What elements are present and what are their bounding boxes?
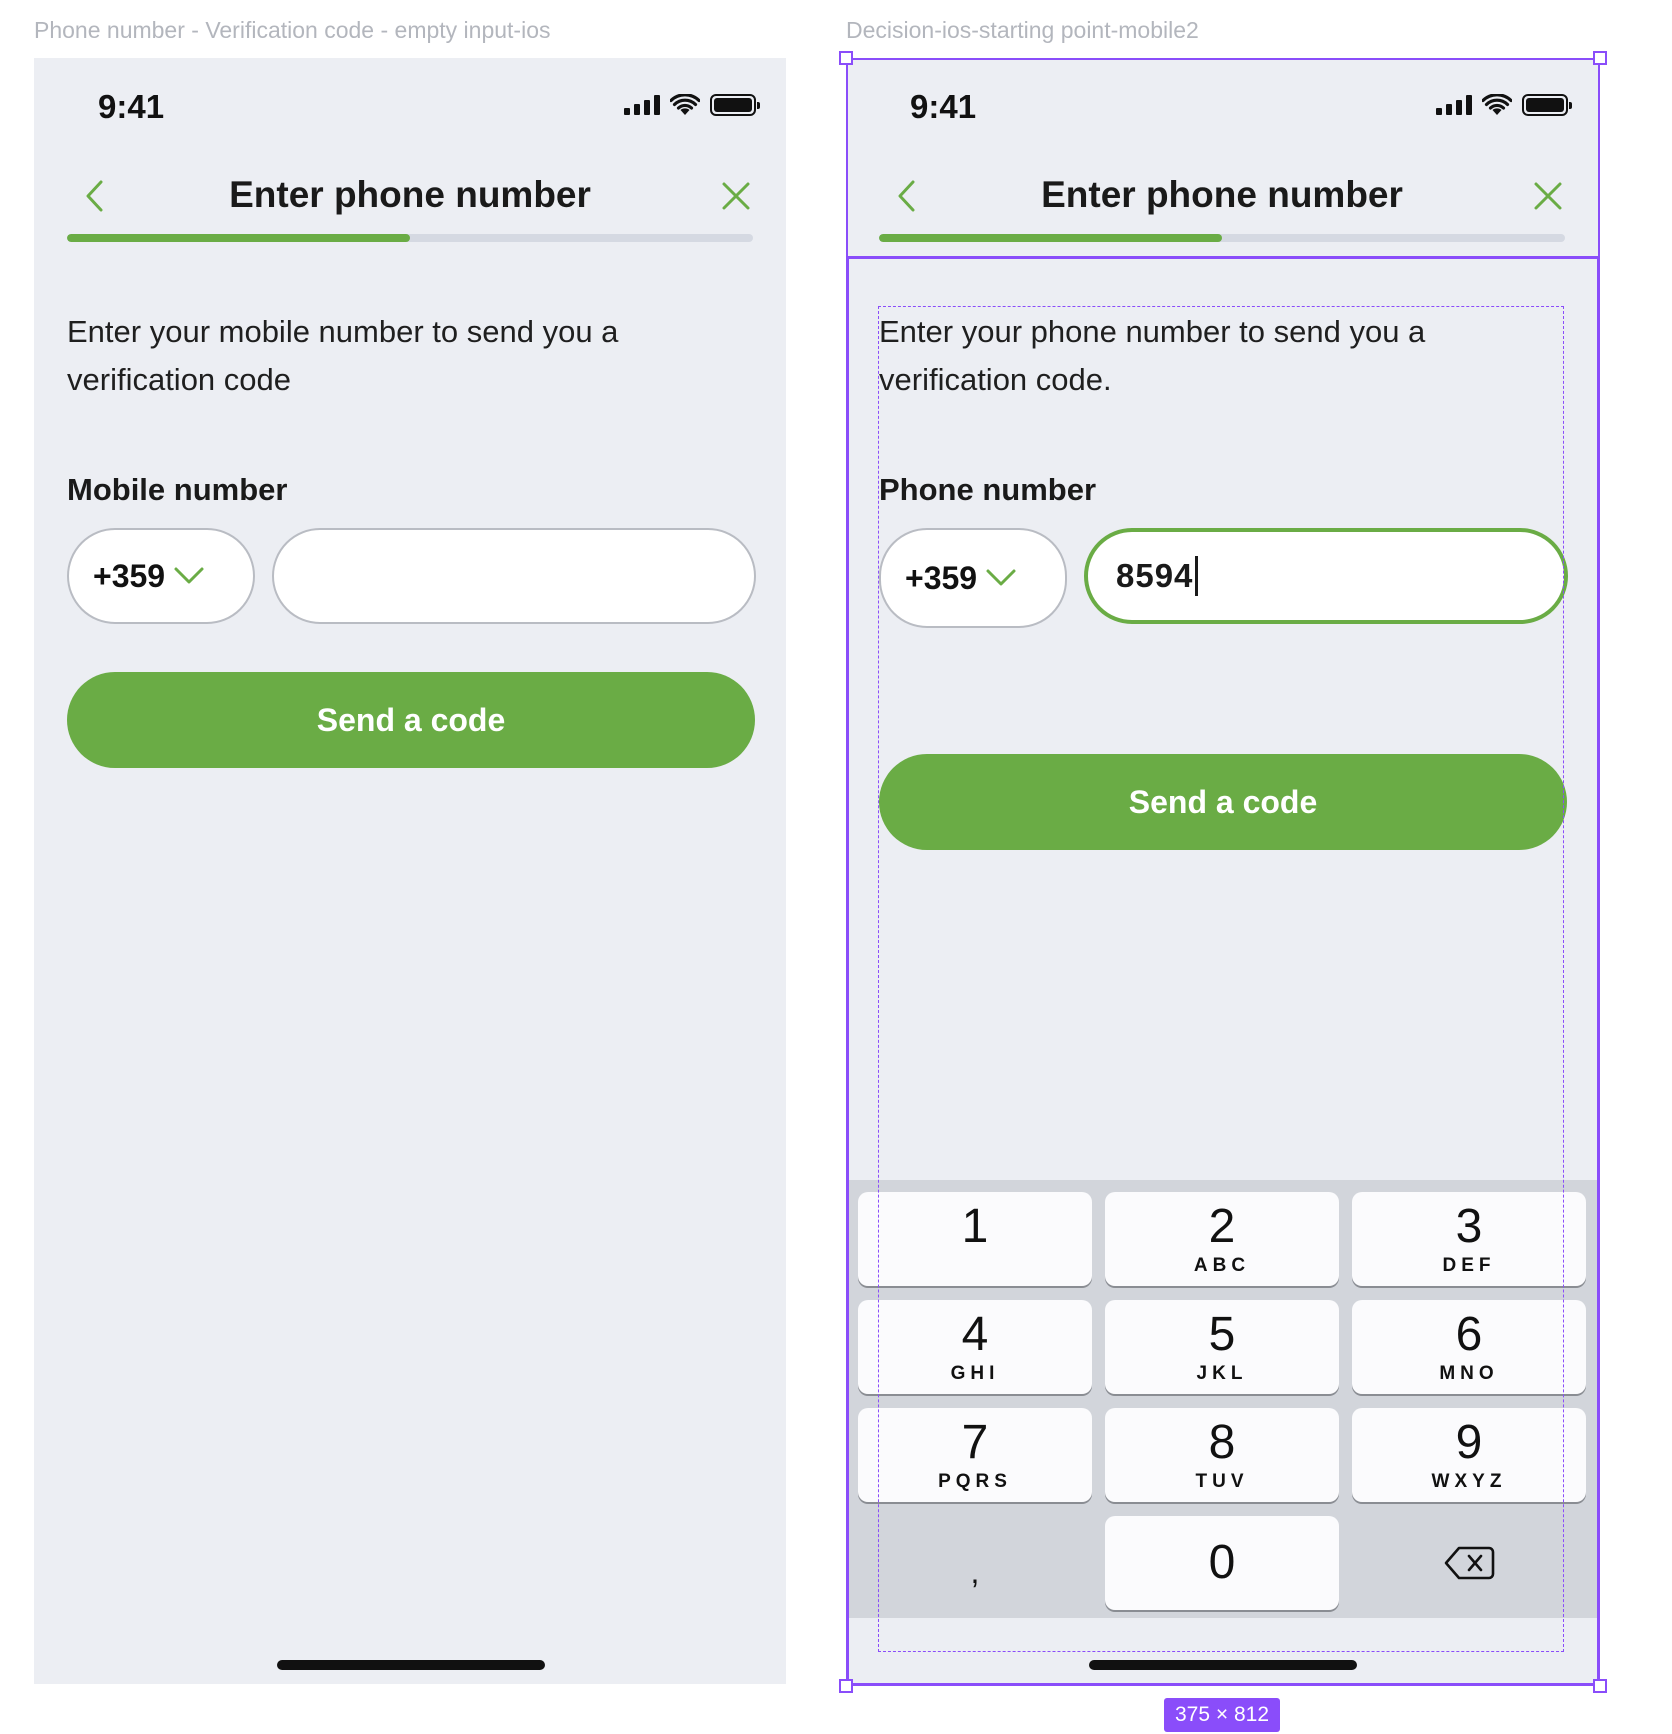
phone-number-input[interactable] <box>272 528 756 624</box>
key-6[interactable]: 6 MNO <box>1352 1300 1586 1394</box>
design-canvas: Phone number - Verification code - empty… <box>0 0 1672 1734</box>
key-letters: TUV <box>1195 1471 1249 1492</box>
phone-screen: 9:41 Enter phone number Enter your phone… <box>846 58 1598 1684</box>
key-comma-label: , <box>970 1553 980 1590</box>
size-badge: 375 × 812 <box>1164 1698 1281 1732</box>
close-icon <box>1534 182 1562 210</box>
key-number: 1 <box>961 1200 989 1253</box>
field-label: Mobile number <box>67 472 288 507</box>
description-text: Enter your mobile number to send you a v… <box>67 314 619 397</box>
key-comma[interactable]: , <box>858 1516 1092 1610</box>
wifi-icon <box>670 94 700 115</box>
key-3[interactable]: 3 DEF <box>1352 1192 1586 1286</box>
key-number: 2 <box>1208 1200 1236 1253</box>
key-1[interactable]: 1 <box>858 1192 1092 1286</box>
resize-handle[interactable] <box>839 51 853 65</box>
home-indicator <box>277 1660 545 1670</box>
close-button[interactable] <box>716 176 756 216</box>
resize-handle[interactable] <box>1593 51 1607 65</box>
numeric-keypad: 1 2 ABC 3 DEF 4 GHI 5 JKL 6 MNO 7 PQRS 8 TUV 9W… <box>846 1180 1598 1618</box>
backspace-icon <box>1444 1546 1495 1580</box>
key-number: 7 <box>961 1416 989 1469</box>
keypad-grid: 1 2 ABC 3 DEF 4 GHI 5 JKL 6 MNO 7 PQRS 8 TUV 9W… <box>858 1192 1586 1610</box>
key-2[interactable]: 2 ABC <box>1105 1192 1339 1286</box>
key-4[interactable]: 4 GHI <box>858 1300 1092 1394</box>
wifi-icon <box>1482 94 1512 115</box>
page-title: Enter phone number <box>1041 174 1403 215</box>
progress-bar <box>879 234 1565 242</box>
key-letters: ABC <box>1193 1255 1251 1276</box>
phone-number-value: 8594 <box>1116 557 1194 594</box>
signal-icon <box>1436 95 1472 115</box>
phone-screen: 9:41 Enter phone number Enter your mobil… <box>34 58 786 1684</box>
key-letters: DEF <box>1442 1255 1496 1276</box>
home-indicator <box>1089 1660 1357 1670</box>
text-caret <box>1195 556 1199 596</box>
key-letters: MNO <box>1439 1363 1499 1384</box>
country-code-value: +359 <box>905 559 978 596</box>
frame-label[interactable]: Phone number - Verification code - empty… <box>34 17 551 44</box>
key-number: 9 <box>1455 1416 1483 1469</box>
key-number: 0 <box>1208 1536 1236 1589</box>
delete-key[interactable] <box>1352 1516 1586 1610</box>
signal-icon <box>624 95 660 115</box>
progress-fill <box>67 234 410 242</box>
page-title: Enter phone number <box>229 174 591 215</box>
status-icons <box>624 94 760 116</box>
progress-fill <box>879 234 1222 242</box>
key-9[interactable]: 9 WXYZ <box>1352 1408 1586 1502</box>
resize-handle[interactable] <box>1593 1679 1607 1693</box>
description-text: Enter your phone number to send you a ve… <box>879 314 1426 397</box>
key-number: 4 <box>961 1308 989 1361</box>
phone-number-input[interactable]: 8594 <box>1084 528 1568 624</box>
chevron-down-icon <box>986 569 1016 586</box>
key-letters: GHI <box>950 1363 1000 1384</box>
key-number: 3 <box>1455 1200 1483 1253</box>
close-icon <box>722 182 750 210</box>
send-code-button[interactable]: Send a code <box>879 754 1567 850</box>
country-code-value: +359 <box>93 557 166 594</box>
key-number: 8 <box>1208 1416 1236 1469</box>
battery-icon <box>710 94 760 116</box>
resize-handle[interactable] <box>839 1679 853 1693</box>
status-icons <box>1436 94 1572 116</box>
frame-label[interactable]: Decision-ios-starting point-mobile2 <box>846 17 1199 44</box>
send-code-button[interactable]: Send a code <box>67 672 755 768</box>
key-number: 6 <box>1455 1308 1483 1361</box>
key-7[interactable]: 7 PQRS <box>858 1408 1092 1502</box>
key-letters: PQRS <box>938 1471 1012 1492</box>
close-button[interactable] <box>1528 176 1568 216</box>
key-number: 5 <box>1208 1308 1236 1361</box>
status-time: 9:41 <box>98 88 165 125</box>
key-letters: WXYZ <box>1431 1471 1507 1492</box>
chevron-down-icon <box>174 567 204 584</box>
progress-bar <box>67 234 753 242</box>
key-5[interactable]: 5 JKL <box>1105 1300 1339 1394</box>
country-code-select[interactable]: +359 <box>879 528 1067 628</box>
country-code-select[interactable]: +359 <box>67 528 255 624</box>
battery-icon <box>1522 94 1572 116</box>
key-letters: JKL <box>1196 1363 1248 1384</box>
status-time: 9:41 <box>910 88 977 125</box>
key-8[interactable]: 8 TUV <box>1105 1408 1339 1502</box>
key-0[interactable]: 0 <box>1105 1516 1339 1610</box>
field-label: Phone number <box>879 472 1097 507</box>
